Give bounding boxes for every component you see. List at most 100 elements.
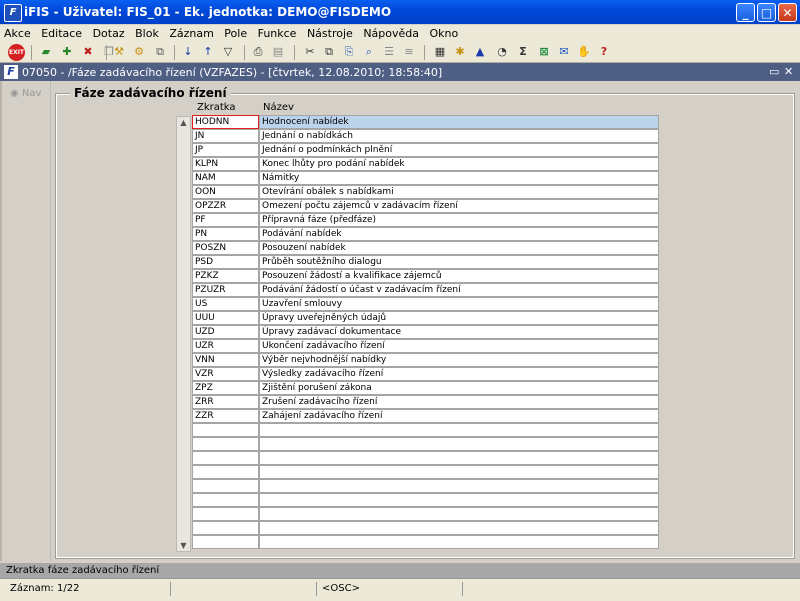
code-cell[interactable]: NAM xyxy=(192,171,259,185)
print-icon[interactable]: ⎙ xyxy=(250,44,266,60)
code-cell[interactable] xyxy=(192,465,259,479)
code-cell[interactable] xyxy=(192,451,259,465)
help-icon[interactable]: ✋ xyxy=(576,44,592,60)
list-detail-icon[interactable]: ≡ xyxy=(401,44,417,60)
code-cell[interactable]: PZKZ xyxy=(192,269,259,283)
nav-button[interactable]: ◉ Nav xyxy=(10,88,41,99)
menu-pole[interactable]: Pole xyxy=(220,25,250,40)
email-icon[interactable]: ✉ xyxy=(556,44,572,60)
menu-napoveda[interactable]: Nápověda xyxy=(359,25,422,40)
delete-record-icon[interactable]: ✖ xyxy=(80,44,96,60)
name-cell[interactable]: Úpravy zadávací dokumentace xyxy=(259,325,659,339)
scroll-up-arrow[interactable]: ▲ xyxy=(177,117,190,128)
cut-icon[interactable]: ✂ xyxy=(302,44,318,60)
code-cell[interactable]: PZUZR xyxy=(192,283,259,297)
maximize-button[interactable]: □ xyxy=(757,3,776,22)
name-cell[interactable]: Zahájení zadávacího řízení xyxy=(259,409,659,423)
name-cell[interactable] xyxy=(259,479,659,493)
question-icon[interactable]: ? xyxy=(596,44,612,60)
enter-query-icon[interactable]: ⚒ xyxy=(111,44,127,60)
close-button[interactable]: ✕ xyxy=(778,3,797,22)
code-cell[interactable]: JP xyxy=(192,143,259,157)
find-icon[interactable]: ⌕ xyxy=(361,44,377,60)
print-preview-icon[interactable]: ▤ xyxy=(270,44,286,60)
duplicate-query-icon[interactable]: ⧉ xyxy=(152,44,168,60)
save-icon[interactable]: ▰ xyxy=(38,44,54,60)
name-cell[interactable]: Jednání o podmínkách plnění xyxy=(259,143,659,157)
menu-blok[interactable]: Blok xyxy=(131,25,162,40)
code-cell[interactable]: HODNN xyxy=(192,115,259,129)
clock-icon[interactable]: ◔ xyxy=(494,44,510,60)
table-scrollbar[interactable]: ▲ ▼ xyxy=(176,116,191,552)
name-cell[interactable]: Přípravná fáze (předfáze) xyxy=(259,213,659,227)
code-cell[interactable] xyxy=(192,493,259,507)
chart-icon[interactable]: ▲ xyxy=(472,44,488,60)
code-cell[interactable]: UZD xyxy=(192,325,259,339)
name-cell[interactable] xyxy=(259,535,659,549)
form-restore-button[interactable]: ▭ xyxy=(769,65,779,78)
code-cell[interactable]: PF xyxy=(192,213,259,227)
name-cell[interactable] xyxy=(259,423,659,437)
sort-asc-icon[interactable]: ↓ xyxy=(180,44,196,60)
name-cell[interactable]: Konec lhůty pro podání nabídek xyxy=(259,157,659,171)
menu-akce[interactable]: Akce xyxy=(0,25,34,40)
name-cell[interactable] xyxy=(259,437,659,451)
menu-okno[interactable]: Okno xyxy=(426,25,462,40)
menu-nastroje[interactable]: Nástroje xyxy=(303,25,356,40)
code-cell[interactable]: KLPN xyxy=(192,157,259,171)
code-cell[interactable]: PSD xyxy=(192,255,259,269)
name-cell[interactable] xyxy=(259,521,659,535)
code-cell[interactable] xyxy=(192,479,259,493)
code-cell[interactable]: UUU xyxy=(192,311,259,325)
name-cell[interactable]: Výsledky zadávacího řízení xyxy=(259,367,659,381)
minimize-button[interactable]: _ xyxy=(736,3,755,22)
code-cell[interactable]: UZR xyxy=(192,339,259,353)
name-cell[interactable]: Úpravy uveřejněných údajů xyxy=(259,311,659,325)
name-cell[interactable]: Námitky xyxy=(259,171,659,185)
code-cell[interactable]: PN xyxy=(192,227,259,241)
code-cell[interactable] xyxy=(192,507,259,521)
name-cell[interactable]: Hodnocení nabídek xyxy=(259,115,659,129)
sum-icon[interactable]: Σ xyxy=(515,44,531,60)
name-cell[interactable]: Podávání nabídek xyxy=(259,227,659,241)
excel-icon[interactable]: ⊠ xyxy=(536,44,552,60)
name-cell[interactable]: Posouzení nabídek xyxy=(259,241,659,255)
code-cell[interactable] xyxy=(192,423,259,437)
name-cell[interactable] xyxy=(259,451,659,465)
code-cell[interactable] xyxy=(192,437,259,451)
code-cell[interactable]: ZRR xyxy=(192,395,259,409)
code-cell[interactable]: VNN xyxy=(192,353,259,367)
code-cell[interactable]: OON xyxy=(192,185,259,199)
menu-zaznam[interactable]: Záznam xyxy=(165,25,216,40)
code-cell[interactable]: JN xyxy=(192,129,259,143)
code-cell[interactable] xyxy=(192,521,259,535)
calculator-icon[interactable]: ▦ xyxy=(432,44,448,60)
name-cell[interactable]: Průběh soutěžního dialogu xyxy=(259,255,659,269)
name-cell[interactable] xyxy=(259,465,659,479)
execute-query-icon[interactable]: ⚙ xyxy=(131,44,147,60)
name-cell[interactable] xyxy=(259,507,659,521)
sort-desc-icon[interactable]: ↑ xyxy=(200,44,216,60)
menu-funkce[interactable]: Funkce xyxy=(254,25,300,40)
name-cell[interactable]: Omezení počtu zájemců v zadávacím řízení xyxy=(259,199,659,213)
name-cell[interactable]: Výběr nejvhodnější nabídky xyxy=(259,353,659,367)
code-cell[interactable]: VZR xyxy=(192,367,259,381)
form-close-button[interactable]: ✕ xyxy=(784,65,793,78)
menu-dotaz[interactable]: Dotaz xyxy=(89,25,128,40)
list-icon[interactable]: ☰ xyxy=(381,44,397,60)
code-cell[interactable]: ZZR xyxy=(192,409,259,423)
settings-icon[interactable]: ✱ xyxy=(452,44,468,60)
code-cell[interactable] xyxy=(192,535,259,549)
name-cell[interactable] xyxy=(259,493,659,507)
name-cell[interactable]: Posouzení žádostí a kvalifikace zájemců xyxy=(259,269,659,283)
name-cell[interactable]: Jednání o nabídkách xyxy=(259,129,659,143)
scroll-down-arrow[interactable]: ▼ xyxy=(177,540,190,551)
filter-icon[interactable]: ▽ xyxy=(220,44,236,60)
name-cell[interactable]: Otevírání obálek s nabídkami xyxy=(259,185,659,199)
add-record-icon[interactable]: ✚ xyxy=(59,44,75,60)
menu-editace[interactable]: Editace xyxy=(37,25,85,40)
code-cell[interactable]: US xyxy=(192,297,259,311)
code-cell[interactable]: POSZN xyxy=(192,241,259,255)
name-cell[interactable]: Ukončení zadávacího řízení xyxy=(259,339,659,353)
copy-icon[interactable]: ⧉ xyxy=(321,44,337,60)
